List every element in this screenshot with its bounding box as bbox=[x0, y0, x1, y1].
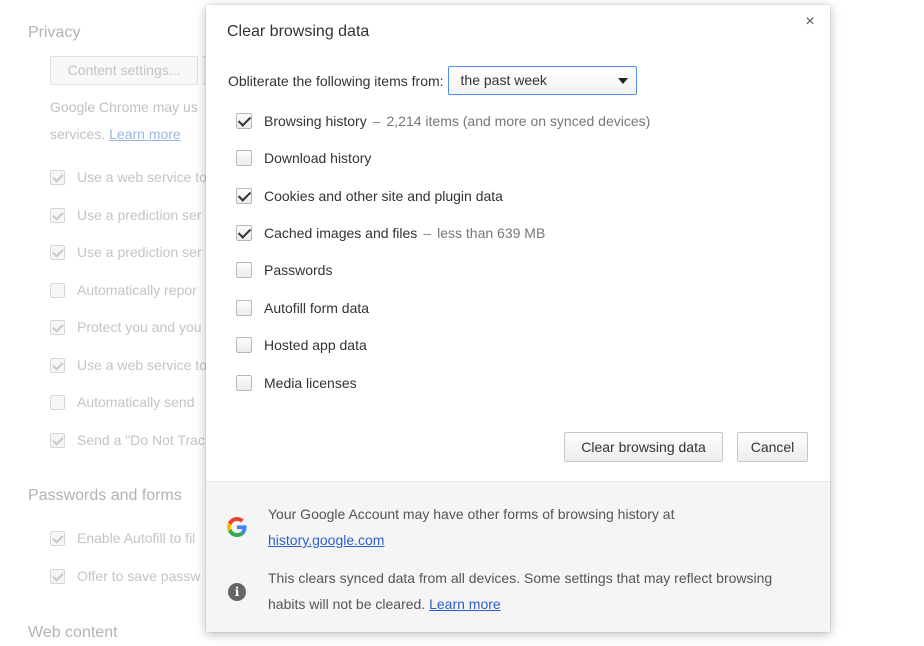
content-settings-button[interactable]: Content settings... bbox=[50, 56, 198, 85]
background-checkbox-row[interactable]: Offer to save passw bbox=[50, 567, 200, 585]
clear-option-label: Media licenses bbox=[264, 375, 357, 391]
checkbox[interactable] bbox=[50, 169, 65, 185]
clear-option-row[interactable]: Passwords bbox=[236, 260, 332, 280]
checkbox[interactable] bbox=[236, 262, 252, 278]
checkbox[interactable] bbox=[50, 394, 65, 410]
time-period-label: Obliterate the following items from: bbox=[228, 72, 444, 89]
privacy-description: Google Chrome may us bbox=[50, 99, 198, 115]
clear-option-row[interactable]: Browsing history –2,214 items (and more o… bbox=[236, 111, 650, 131]
clear-option-label: Download history bbox=[264, 150, 372, 166]
clear-option-label: Autofill form data bbox=[264, 300, 370, 316]
privacy-description-prefix: services. bbox=[50, 126, 110, 142]
background-checkbox-label: Enable Autofill to fil bbox=[77, 530, 196, 546]
privacy-heading: Privacy bbox=[28, 24, 81, 41]
checkbox[interactable] bbox=[236, 300, 252, 316]
background-checkbox-label: Offer to save passw bbox=[77, 568, 201, 584]
clear-option-label: Hosted app data bbox=[264, 337, 367, 353]
history-google-link[interactable]: history.google.com bbox=[268, 532, 384, 548]
checkbox[interactable] bbox=[50, 530, 65, 546]
checkbox[interactable] bbox=[236, 113, 252, 129]
checkbox[interactable] bbox=[50, 244, 65, 260]
time-period-row: Obliterate the following items from: the… bbox=[228, 66, 637, 95]
checkbox[interactable] bbox=[50, 432, 65, 448]
google-g-icon bbox=[227, 517, 247, 537]
background-checkbox-label: Use a prediction ser bbox=[77, 244, 202, 260]
clear-option-row[interactable]: Media licenses bbox=[236, 373, 357, 393]
clear-browsing-data-dialog: Clear browsing data × Obliterate the fol… bbox=[206, 5, 830, 632]
passwords-forms-heading: Passwords and forms bbox=[28, 487, 182, 504]
clear-option-row[interactable]: Autofill form data bbox=[236, 298, 369, 318]
background-checkbox-label: Use a web service to bbox=[77, 169, 207, 185]
learn-more-link[interactable]: Learn more bbox=[429, 596, 501, 612]
background-checkbox-row[interactable]: Enable Autofill to fil bbox=[50, 529, 195, 547]
clear-option-row[interactable]: Download history bbox=[236, 148, 371, 168]
background-checkbox-label: Automatically send bbox=[77, 394, 195, 410]
privacy-description-line2: services. Learn more bbox=[50, 126, 181, 142]
checkbox[interactable] bbox=[236, 337, 252, 353]
checkbox[interactable] bbox=[236, 188, 252, 204]
background-checkbox-row[interactable]: Automatically repor bbox=[50, 281, 197, 299]
clear-option-label: Cached images and files bbox=[264, 225, 418, 241]
clear-option-row[interactable]: Cookies and other site and plugin data bbox=[236, 186, 503, 206]
google-account-note: Your Google Account may have other forms… bbox=[268, 501, 813, 553]
checkbox[interactable] bbox=[236, 225, 252, 241]
checkbox[interactable] bbox=[236, 150, 252, 166]
synced-data-note-text: This clears synced data from all devices… bbox=[268, 570, 773, 612]
clear-browsing-data-button[interactable]: Clear browsing data bbox=[564, 432, 723, 462]
time-period-select[interactable]: the past week bbox=[447, 66, 637, 95]
checkbox[interactable] bbox=[50, 568, 65, 584]
synced-data-note: This clears synced data from all devices… bbox=[268, 565, 813, 617]
background-checkbox-row[interactable]: Use a prediction ser bbox=[50, 206, 202, 224]
clear-option-row[interactable]: Cached images and files – less than 639 MB bbox=[236, 223, 545, 243]
background-checkbox-row[interactable]: Use a prediction ser bbox=[50, 243, 202, 261]
web-content-heading: Web content bbox=[28, 624, 118, 641]
clear-option-detail: less than 639 MB bbox=[437, 225, 546, 241]
background-checkbox-label: Send a "Do Not Trac bbox=[77, 432, 205, 448]
background-checkbox-row[interactable]: Automatically send bbox=[50, 393, 195, 411]
clear-option-detail: 2,214 items (and more on synced devices) bbox=[386, 113, 651, 129]
detail-separator: – bbox=[423, 225, 432, 241]
clear-option-label: Passwords bbox=[264, 262, 333, 278]
checkbox[interactable] bbox=[50, 207, 65, 223]
clear-option-label: Cookies and other site and plugin data bbox=[264, 188, 503, 204]
learn-more-link[interactable]: Learn more bbox=[109, 126, 181, 142]
background-checkbox-label: Automatically repor bbox=[77, 282, 197, 298]
checkbox[interactable] bbox=[50, 319, 65, 335]
dialog-footer: Your Google Account may have other forms… bbox=[206, 481, 830, 632]
cancel-button[interactable]: Cancel bbox=[737, 432, 808, 462]
background-checkbox-row[interactable]: Use a web service to bbox=[50, 168, 207, 186]
background-checkbox-row[interactable]: Send a "Do Not Trac bbox=[50, 431, 205, 449]
clear-option-label: Browsing history bbox=[264, 113, 367, 129]
chevron-down-icon bbox=[617, 78, 628, 84]
close-icon[interactable]: × bbox=[800, 12, 820, 32]
background-checkbox-row[interactable]: Use a web service to bbox=[50, 356, 207, 374]
background-checkbox-label: Use a web service to bbox=[77, 357, 207, 373]
checkbox[interactable] bbox=[50, 282, 65, 298]
google-account-note-text: Your Google Account may have other forms… bbox=[268, 506, 675, 522]
clear-option-row[interactable]: Hosted app data bbox=[236, 335, 367, 355]
background-checkbox-label: Use a prediction ser bbox=[77, 207, 202, 223]
dialog-title: Clear browsing data bbox=[227, 23, 370, 40]
background-checkbox-row[interactable]: Protect you and you bbox=[50, 318, 202, 336]
info-icon: i bbox=[228, 583, 246, 601]
detail-separator: – bbox=[372, 113, 381, 129]
background-checkbox-label: Protect you and you bbox=[77, 319, 202, 335]
checkbox[interactable] bbox=[50, 357, 65, 373]
time-period-value: the past week bbox=[460, 72, 547, 88]
checkbox[interactable] bbox=[236, 375, 252, 391]
